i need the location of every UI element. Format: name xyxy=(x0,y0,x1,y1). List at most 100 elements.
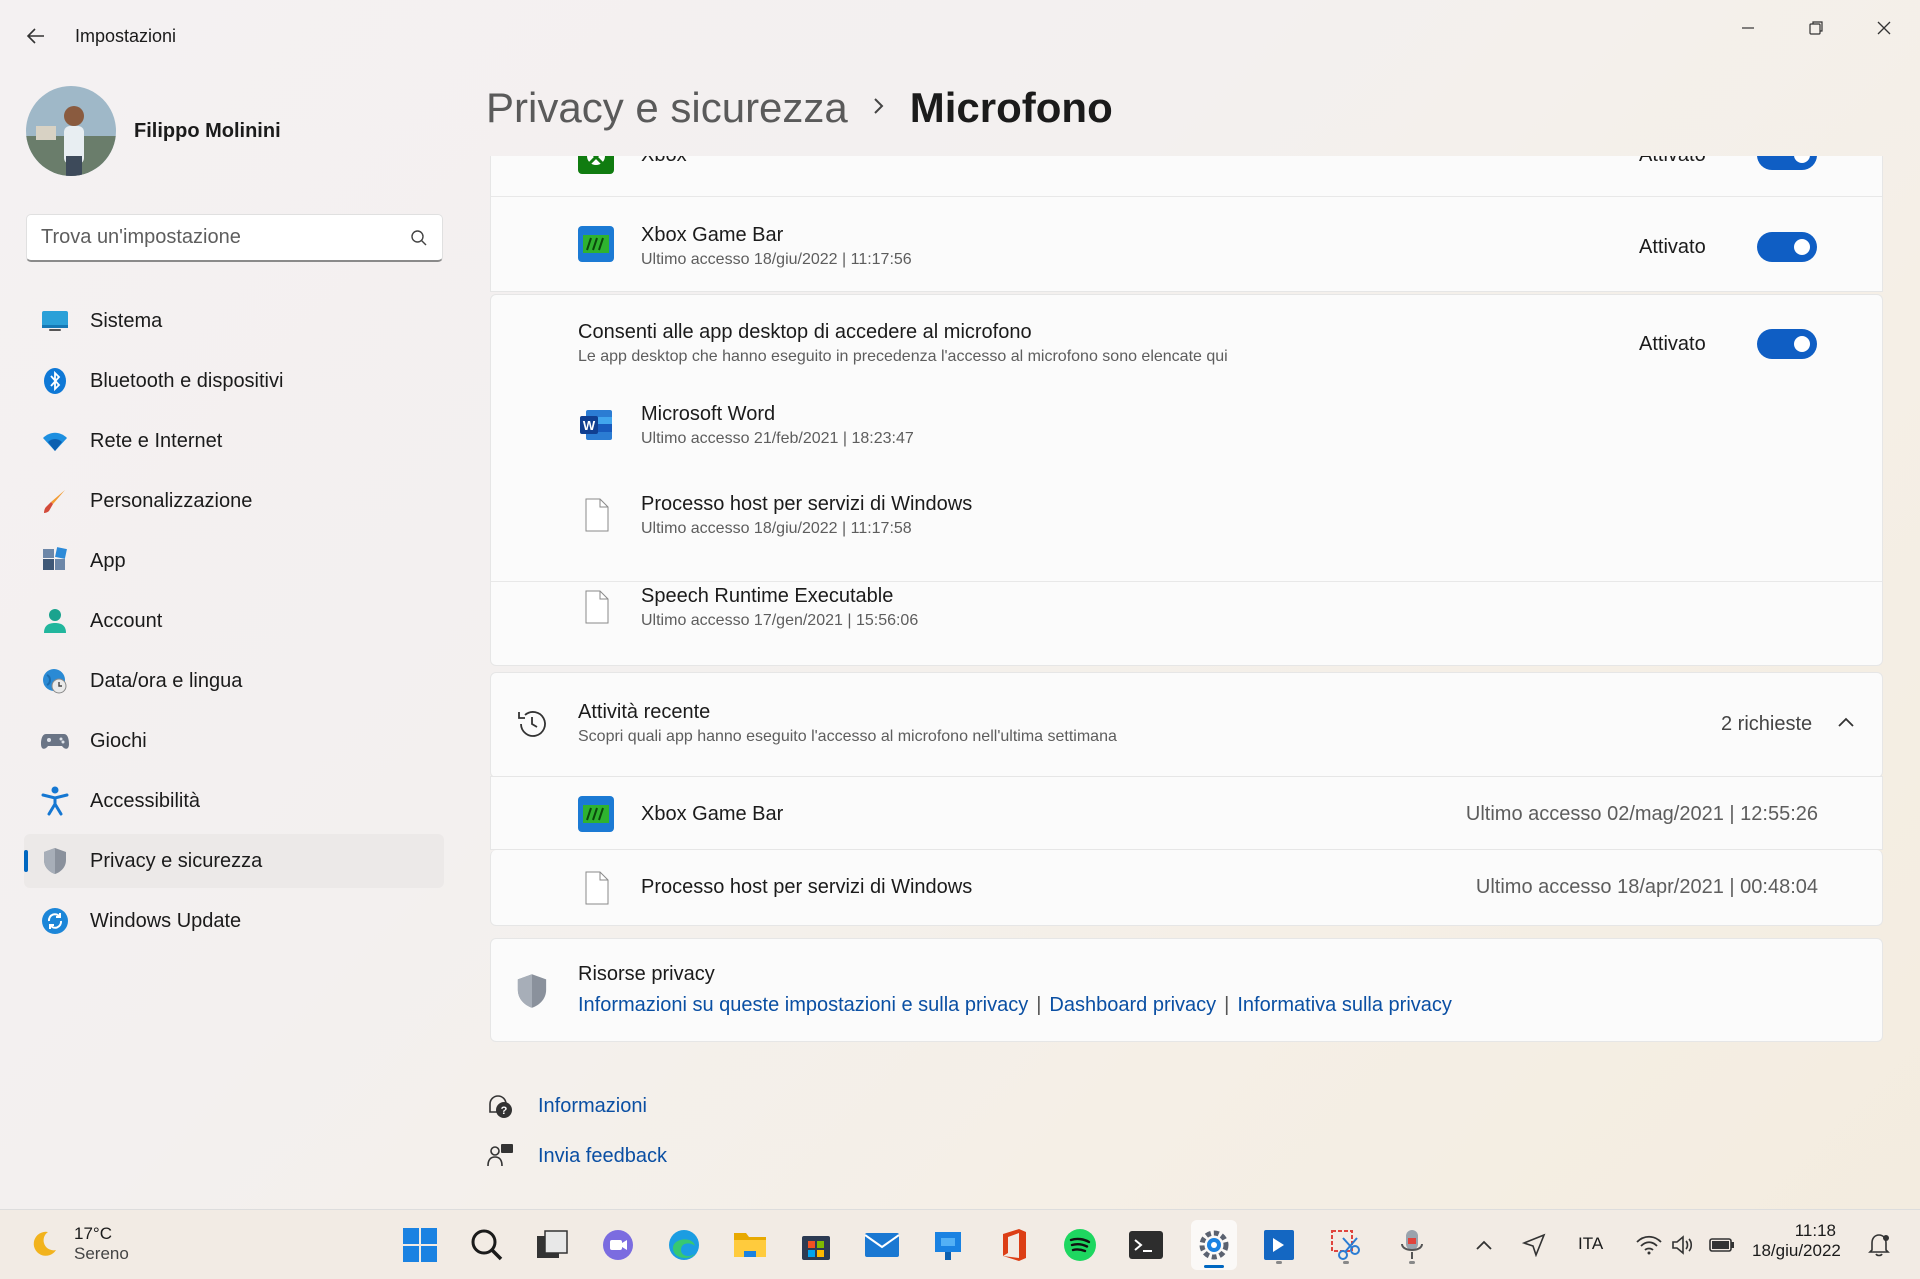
language-indicator[interactable]: ITA xyxy=(1578,1234,1603,1254)
close-button[interactable] xyxy=(1856,8,1912,48)
back-button[interactable] xyxy=(18,18,54,54)
chevron-up-icon[interactable] xyxy=(1836,715,1856,734)
monitor-icon xyxy=(40,306,70,336)
store-icon xyxy=(802,1236,830,1260)
breadcrumb-parent[interactable]: Privacy e sicurezza xyxy=(486,84,848,132)
edge-icon xyxy=(669,1230,699,1260)
sidebar-item-accessibilita[interactable]: Accessibilità xyxy=(24,774,444,828)
recent-activity-subtitle: Scopri quali app hanno eseguito l'access… xyxy=(578,728,1117,745)
info-link[interactable]: Informazioni xyxy=(538,1095,647,1118)
desktop-apps-toggle[interactable] xyxy=(1757,329,1817,359)
search-icon[interactable] xyxy=(410,229,428,247)
page-title: Microfono xyxy=(909,84,1113,131)
sidebar-item-privacy[interactable]: Privacy e sicurezza xyxy=(24,834,444,888)
sidebar-item-label: Account xyxy=(90,609,163,632)
wifi-icon xyxy=(40,426,70,456)
snipping-tool-button[interactable] xyxy=(1325,1224,1367,1266)
sidebar-item-label: Data/ora e lingua xyxy=(90,669,243,692)
volume-button[interactable] xyxy=(1667,1224,1699,1266)
word-icon: W xyxy=(578,407,614,443)
last-access: Ultimo accesso 21/feb/2021 | 18:23:47 xyxy=(641,430,914,447)
sidebar-item-windows-update[interactable]: Windows Update xyxy=(24,894,444,948)
desktop-apps-title: Consenti alle app desktop di accedere al… xyxy=(578,321,1032,343)
xbox-game-bar-toggle[interactable] xyxy=(1757,232,1817,262)
whiteboard-button[interactable] xyxy=(1258,1224,1300,1266)
store-button[interactable] xyxy=(795,1224,837,1266)
mail-button[interactable] xyxy=(861,1224,903,1266)
clock[interactable]: 11:18 18/giu/2022 xyxy=(1752,1221,1841,1261)
xbox-game-bar-icon xyxy=(578,796,614,832)
recent-item-row: Xbox Game Bar Ultimo accesso 02/mag/2021… xyxy=(490,776,1883,850)
chat-icon xyxy=(603,1230,633,1260)
active-indicator xyxy=(1204,1265,1224,1268)
teams-chat-button[interactable] xyxy=(597,1224,639,1266)
task-view-button[interactable] xyxy=(531,1224,573,1266)
sidebar-item-rete[interactable]: Rete e Internet xyxy=(24,414,444,468)
minimize-button[interactable] xyxy=(1720,8,1776,48)
start-button[interactable] xyxy=(399,1224,441,1266)
app-name: Processo host per servizi di Windows xyxy=(641,876,973,898)
task-view-icon xyxy=(537,1230,568,1258)
sidebar-item-label: Sistema xyxy=(90,309,163,332)
title-bar: Impostazioni xyxy=(0,0,1920,72)
globe-clock-icon xyxy=(40,666,70,696)
notifications-button[interactable] xyxy=(1862,1224,1896,1266)
privacy-statement-link[interactable]: Informativa sulla privacy xyxy=(1237,994,1452,1017)
sidebar-item-data-ora[interactable]: Data/ora e lingua xyxy=(24,654,444,708)
user-profile[interactable]: Filippo Molinini xyxy=(26,86,281,176)
sidebar-item-sistema[interactable]: Sistema xyxy=(24,294,444,348)
app-name: Processo host per servizi di Windows xyxy=(641,493,973,515)
settings-taskbar-button[interactable] xyxy=(1191,1220,1237,1270)
search-box[interactable] xyxy=(26,214,443,262)
recent-activity-header[interactable]: Attività recente Scopri quali app hanno … xyxy=(490,672,1883,778)
remote-desktop-button[interactable] xyxy=(927,1224,969,1266)
xbox-game-bar-icon xyxy=(578,226,614,262)
spotify-button[interactable] xyxy=(1059,1224,1101,1266)
running-indicator xyxy=(1343,1261,1349,1264)
sidebar-item-personalizzazione[interactable]: Personalizzazione xyxy=(24,474,444,528)
last-access: Ultimo accesso 02/mag/2021 | 12:55:26 xyxy=(1465,803,1818,825)
xbox-game-bar-row: Xbox Game Bar Ultimo accesso 18/giu/2022… xyxy=(490,204,1883,292)
sidebar-item-app[interactable]: App xyxy=(24,534,444,588)
shield-icon xyxy=(40,846,70,876)
office-button[interactable] xyxy=(993,1224,1035,1266)
battery-button[interactable] xyxy=(1705,1224,1739,1266)
wifi-status-button[interactable] xyxy=(1633,1224,1665,1266)
terminal-button[interactable] xyxy=(1125,1224,1167,1266)
privacy-info-link[interactable]: Informazioni su queste impostazioni e su… xyxy=(578,994,1028,1017)
xbox-toggle[interactable] xyxy=(1757,156,1817,170)
feedback-link-row[interactable]: Invia feedback xyxy=(486,1142,667,1170)
search-icon xyxy=(471,1229,503,1261)
feedback-link[interactable]: Invia feedback xyxy=(538,1145,667,1168)
sidebar-item-bluetooth[interactable]: Bluetooth e dispositivi xyxy=(24,354,444,408)
location-button[interactable] xyxy=(1518,1224,1550,1266)
sidebar-item-label: Privacy e sicurezza xyxy=(90,849,263,872)
request-count: 2 richieste xyxy=(1721,713,1813,735)
voice-recorder-button[interactable] xyxy=(1391,1224,1433,1266)
status-label: Attivato xyxy=(1639,156,1706,167)
sidebar-item-giochi[interactable]: Giochi xyxy=(24,714,444,768)
divider xyxy=(491,196,1882,197)
windows-icon xyxy=(403,1228,437,1262)
gamepad-icon xyxy=(40,726,70,756)
info-link-row[interactable]: ? Informazioni xyxy=(486,1092,647,1120)
help-icon: ? xyxy=(489,1095,512,1118)
wifi-icon xyxy=(1636,1235,1662,1255)
search-button[interactable] xyxy=(466,1224,508,1266)
minimize-icon xyxy=(1742,27,1754,29)
moon-icon xyxy=(33,1231,56,1256)
sidebar-item-account[interactable]: Account xyxy=(24,594,444,648)
file-explorer-button[interactable] xyxy=(729,1224,771,1266)
restore-button[interactable] xyxy=(1788,8,1844,48)
weather-widget[interactable]: 17°C Sereno xyxy=(28,1224,129,1264)
privacy-resources-card: Risorse privacy Informazioni su queste i… xyxy=(490,938,1883,1042)
desktop-apps-subtitle: Le app desktop che hanno eseguito in pre… xyxy=(578,348,1228,365)
status-label: Attivato xyxy=(1639,333,1706,355)
edge-button[interactable] xyxy=(663,1224,705,1266)
sidebar-item-label: Giochi xyxy=(90,729,147,752)
sidebar-item-label: Rete e Internet xyxy=(90,429,223,452)
search-input[interactable] xyxy=(41,226,410,249)
battery-icon xyxy=(1709,1238,1734,1252)
show-hidden-icons-button[interactable] xyxy=(1468,1224,1500,1266)
privacy-dashboard-link[interactable]: Dashboard privacy xyxy=(1049,994,1216,1017)
